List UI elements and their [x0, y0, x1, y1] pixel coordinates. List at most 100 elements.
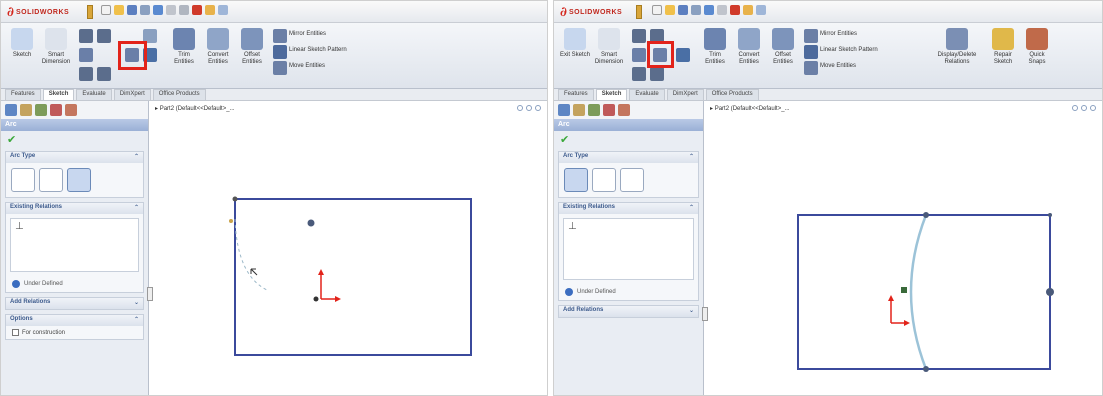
- options-menu-icon[interactable]: [218, 5, 228, 15]
- feature-manager-icon[interactable]: [558, 104, 570, 116]
- print-icon[interactable]: [140, 5, 150, 15]
- open-icon[interactable]: [114, 5, 124, 15]
- menu-pin-icon[interactable]: [87, 5, 93, 19]
- spline-icon[interactable]: [676, 48, 690, 62]
- select-icon[interactable]: [717, 5, 727, 15]
- sketch-canvas[interactable]: [706, 101, 1102, 396]
- tab-office-products[interactable]: Office Products: [152, 89, 206, 100]
- save-icon[interactable]: [678, 5, 688, 15]
- arc-center-point[interactable]: [1046, 288, 1054, 296]
- smart-dimension-button[interactable]: Smart Dimension: [594, 26, 624, 74]
- dimxpert-manager-icon[interactable]: [603, 104, 615, 116]
- slot-icon[interactable]: [79, 67, 93, 81]
- construction-checkbox[interactable]: [12, 329, 19, 336]
- sketch-rectangle[interactable]: [234, 198, 472, 356]
- rectangle-icon[interactable]: [79, 48, 93, 62]
- save-icon[interactable]: [127, 5, 137, 15]
- tab-dimxpert[interactable]: DimXpert: [666, 89, 704, 100]
- convert-entities-button[interactable]: Convert Entities: [203, 26, 233, 74]
- checkmark-icon[interactable]: ✔: [554, 131, 703, 147]
- feature-manager-icon[interactable]: [5, 104, 17, 116]
- expand-icon[interactable]: ⌄: [134, 299, 139, 308]
- collapse-icon[interactable]: ⌃: [134, 204, 139, 213]
- select-icon[interactable]: [166, 5, 176, 15]
- tab-office-products[interactable]: Office Products: [705, 89, 759, 100]
- mirror-icon[interactable]: [273, 29, 287, 43]
- arc-start-point[interactable]: [923, 212, 929, 218]
- display-delete-relations-button[interactable]: Display/Delete Relations: [932, 26, 982, 74]
- collapse-icon[interactable]: ⌃: [689, 204, 694, 213]
- display-manager-icon[interactable]: [65, 104, 77, 116]
- tangent-arc-icon[interactable]: [592, 168, 616, 192]
- expand-icon[interactable]: ⌄: [689, 307, 694, 316]
- tab-sketch[interactable]: Sketch: [595, 89, 628, 100]
- tab-features[interactable]: Features: [558, 89, 594, 100]
- line-icon[interactable]: [632, 29, 646, 43]
- options-icon[interactable]: [205, 5, 215, 15]
- smart-dimension-button[interactable]: Smart Dimension: [41, 26, 71, 74]
- new-icon[interactable]: [652, 5, 662, 15]
- display-manager-icon[interactable]: [618, 104, 630, 116]
- rebuild-icon[interactable]: [179, 5, 189, 15]
- property-manager-icon[interactable]: [573, 104, 585, 116]
- tangent-arc-icon[interactable]: [39, 168, 63, 192]
- menu-pin-icon[interactable]: [636, 5, 642, 19]
- polygon-icon[interactable]: [97, 67, 111, 81]
- convert-entities-button[interactable]: Convert Entities: [734, 26, 764, 74]
- traffic-light-icon[interactable]: [730, 5, 740, 15]
- configuration-manager-icon[interactable]: [588, 104, 600, 116]
- trim-entities-button[interactable]: Trim Entities: [700, 26, 730, 74]
- new-icon[interactable]: [101, 5, 111, 15]
- arc-end-point[interactable]: [923, 366, 929, 372]
- rectangle-icon[interactable]: [632, 48, 646, 62]
- polygon-icon[interactable]: [650, 67, 664, 81]
- tab-evaluate[interactable]: Evaluate: [629, 89, 665, 100]
- vertex-point[interactable]: [232, 196, 238, 202]
- mirror-icon[interactable]: [804, 29, 818, 43]
- exit-sketch-button[interactable]: Exit Sketch: [560, 26, 590, 74]
- centerpoint-arc-icon[interactable]: [564, 168, 588, 192]
- configuration-manager-icon[interactable]: [35, 104, 47, 116]
- property-manager-icon[interactable]: [20, 104, 32, 116]
- slot-icon[interactable]: [632, 67, 646, 81]
- tab-sketch[interactable]: Sketch: [42, 89, 75, 100]
- repair-sketch-button[interactable]: Repair Sketch: [988, 26, 1018, 74]
- 3point-arc-icon[interactable]: [620, 168, 644, 192]
- pattern-icon[interactable]: [804, 45, 818, 59]
- options-icon[interactable]: [743, 5, 753, 15]
- sketch-button[interactable]: Sketch: [7, 26, 37, 74]
- options-menu-icon[interactable]: [756, 5, 766, 15]
- sketch-canvas[interactable]: [151, 101, 547, 396]
- graphics-area[interactable]: ▸ Part2 (Default<<Default>_...: [151, 101, 547, 395]
- move-icon[interactable]: [804, 61, 818, 75]
- collapse-icon[interactable]: ⌃: [134, 153, 139, 162]
- move-icon[interactable]: [273, 61, 287, 75]
- undo-icon[interactable]: [704, 5, 714, 15]
- pattern-icon[interactable]: [273, 45, 287, 59]
- 3point-arc-icon[interactable]: [67, 168, 91, 192]
- offset-entities-button[interactable]: Offset Entities: [768, 26, 798, 74]
- sketch-rectangle[interactable]: [797, 214, 1051, 370]
- dimxpert-manager-icon[interactable]: [50, 104, 62, 116]
- traffic-light-icon[interactable]: [192, 5, 202, 15]
- open-icon[interactable]: [665, 5, 675, 15]
- checkmark-icon[interactable]: ✔: [1, 131, 148, 147]
- graphics-area[interactable]: ▸ Part2 (Default<<Default>_...: [706, 101, 1102, 395]
- relations-list[interactable]: ⊥: [10, 218, 139, 272]
- undo-icon[interactable]: [153, 5, 163, 15]
- circle-icon[interactable]: [97, 29, 111, 43]
- sketch-arc[interactable]: [909, 214, 928, 370]
- print-icon[interactable]: [691, 5, 701, 15]
- tab-features[interactable]: Features: [5, 89, 41, 100]
- tab-evaluate[interactable]: Evaluate: [76, 89, 112, 100]
- relations-list[interactable]: ⊥: [563, 218, 694, 280]
- centerpoint-arc-icon[interactable]: [11, 168, 35, 192]
- line-icon[interactable]: [79, 29, 93, 43]
- arc-point[interactable]: [307, 219, 315, 227]
- collapse-icon[interactable]: ⌃: [134, 316, 139, 325]
- offset-entities-button[interactable]: Offset Entities: [237, 26, 267, 74]
- corner-point[interactable]: [1048, 213, 1052, 217]
- tab-dimxpert[interactable]: DimXpert: [113, 89, 151, 100]
- collapse-icon[interactable]: ⌃: [689, 153, 694, 162]
- quick-snaps-button[interactable]: Quick Snaps: [1022, 26, 1052, 74]
